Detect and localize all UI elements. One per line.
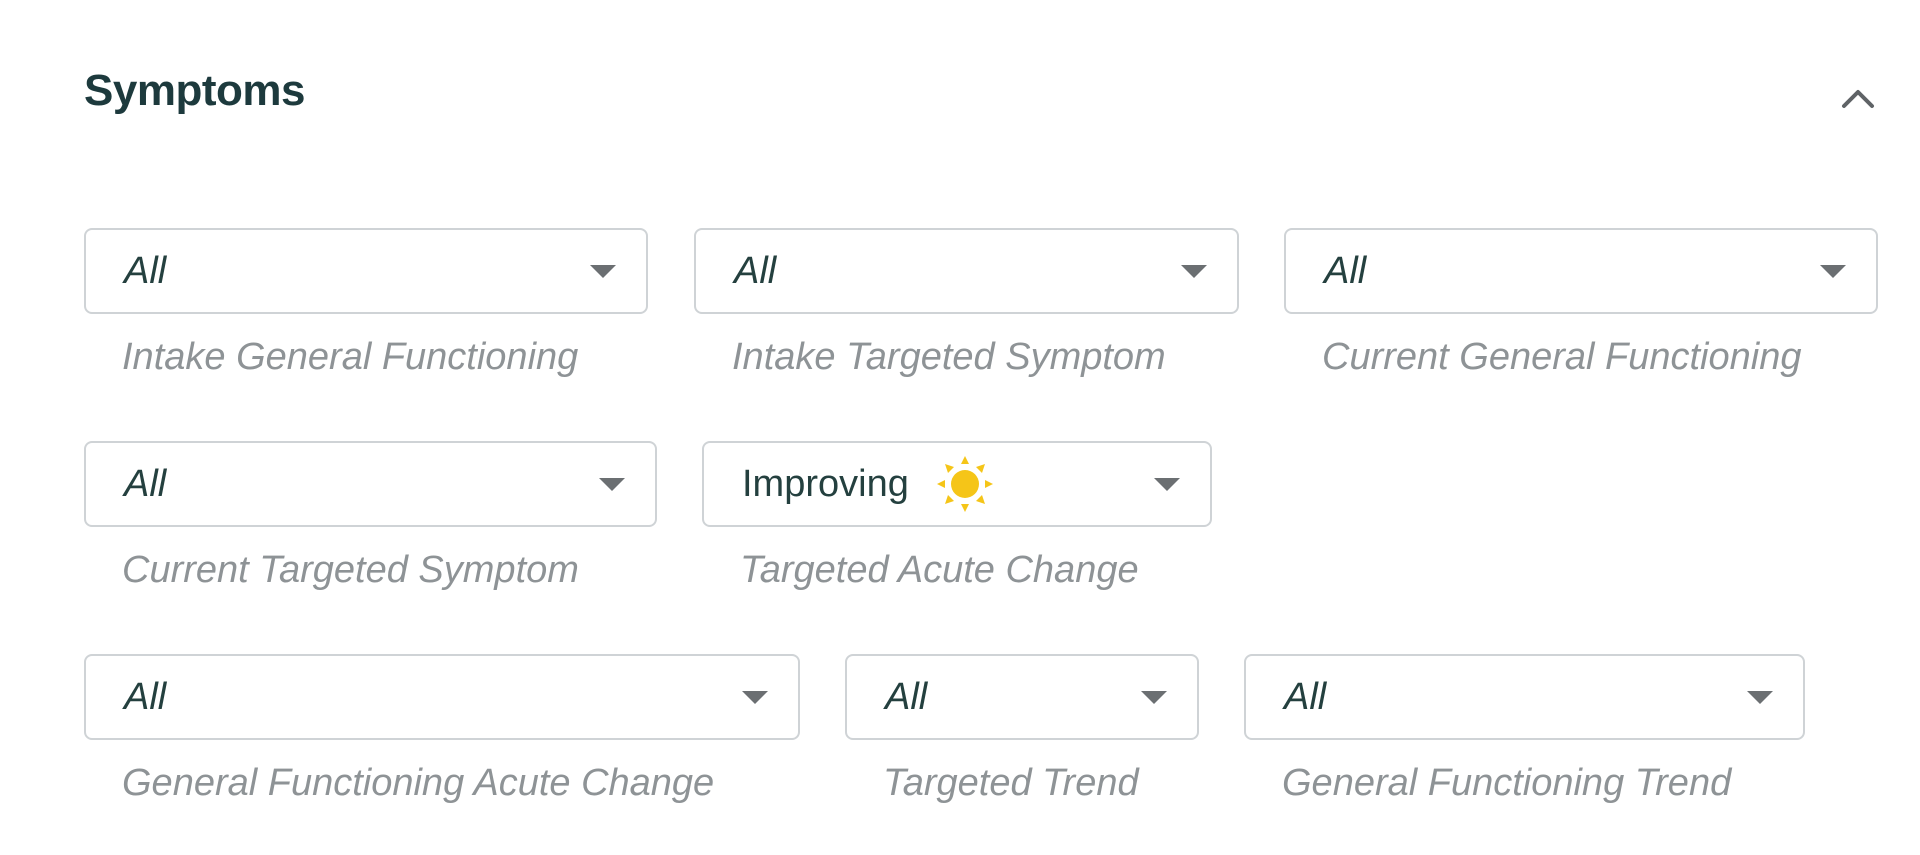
targeted-acute-change-select[interactable]: Improving xyxy=(702,441,1212,527)
dropdown-arrow-icon xyxy=(742,690,768,704)
field-label: Targeted Trend xyxy=(883,762,1139,804)
dropdown-arrow-icon xyxy=(1154,477,1180,491)
field-label: General Functioning Trend xyxy=(1282,762,1732,804)
select-value: All xyxy=(734,249,777,292)
select-value: All xyxy=(124,675,167,718)
filter-targeted-acute-change: Improving Targeted Acute Change xyxy=(702,441,1212,592)
section-title: Symptoms xyxy=(84,66,305,115)
field-label: General Functioning Acute Change xyxy=(122,762,715,804)
current-targeted-symptom-select[interactable]: All xyxy=(84,441,657,527)
field-label: Targeted Acute Change xyxy=(740,549,1139,591)
intake-general-functioning-select[interactable]: All xyxy=(84,228,648,314)
sun-icon xyxy=(936,456,993,512)
select-value: All xyxy=(885,675,928,718)
general-functioning-trend-select[interactable]: All xyxy=(1244,654,1805,740)
filter-current-general-functioning: All Current General Functioning xyxy=(1284,228,1878,379)
select-value: All xyxy=(124,249,167,292)
current-general-functioning-select[interactable]: All xyxy=(1284,228,1878,314)
dropdown-arrow-icon xyxy=(599,477,625,491)
collapse-section-button[interactable] xyxy=(1836,76,1880,120)
select-value: All xyxy=(1324,249,1367,292)
field-label: Intake Targeted Symptom xyxy=(732,336,1166,378)
general-functioning-acute-change-select[interactable]: All xyxy=(84,654,800,740)
dropdown-arrow-icon xyxy=(1141,690,1167,704)
dropdown-arrow-icon xyxy=(1747,690,1773,704)
filter-targeted-trend: All Targeted Trend xyxy=(845,654,1199,805)
select-value: All xyxy=(1284,675,1327,718)
filter-general-functioning-trend: All General Functioning Trend xyxy=(1244,654,1805,805)
field-label: Intake General Functioning xyxy=(122,336,579,378)
chevron-up-icon xyxy=(1842,90,1874,108)
select-value: Improving xyxy=(742,462,909,505)
filter-intake-general-functioning: All Intake General Functioning xyxy=(84,228,648,379)
dropdown-arrow-icon xyxy=(1820,264,1846,278)
intake-targeted-symptom-select[interactable]: All xyxy=(694,228,1239,314)
dropdown-arrow-icon xyxy=(590,264,616,278)
filter-general-functioning-acute-change: All General Functioning Acute Change xyxy=(84,654,800,805)
field-label: Current General Functioning xyxy=(1322,336,1802,378)
targeted-trend-select[interactable]: All xyxy=(845,654,1199,740)
select-value-wrap: Improving xyxy=(742,454,1154,514)
filter-current-targeted-symptom: All Current Targeted Symptom xyxy=(84,441,657,592)
field-label: Current Targeted Symptom xyxy=(122,549,579,591)
select-value: All xyxy=(124,462,167,505)
filter-intake-targeted-symptom: All Intake Targeted Symptom xyxy=(694,228,1239,379)
dropdown-arrow-icon xyxy=(1181,264,1207,278)
